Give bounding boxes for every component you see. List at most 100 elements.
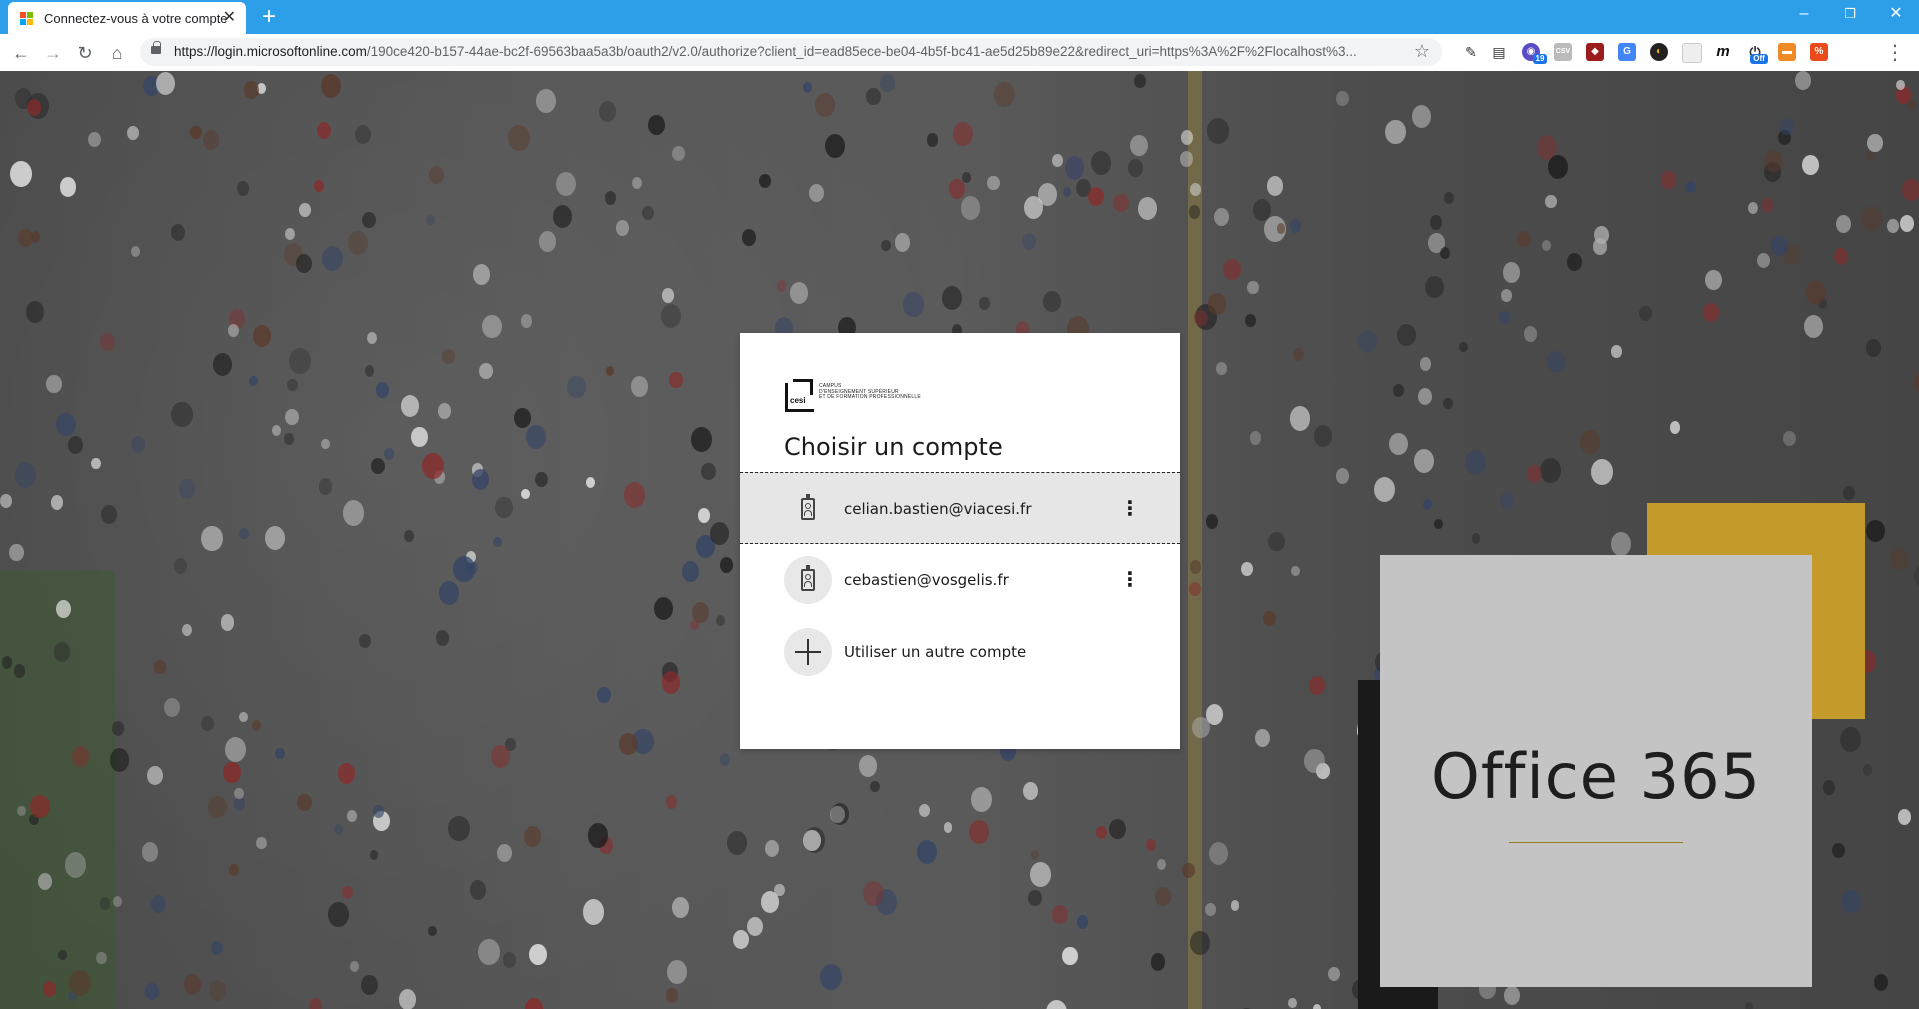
crowd-person (88, 132, 101, 148)
crowd-person (719, 753, 731, 767)
back-icon[interactable]: ← (8, 40, 34, 66)
crowd-person (17, 805, 26, 817)
crowd-person (535, 89, 556, 114)
csv-extension-icon[interactable]: CSV (1554, 43, 1572, 61)
more-options-icon[interactable]: ⋮ (1120, 566, 1140, 594)
crowd-person (1833, 248, 1849, 266)
crowd-person (525, 425, 546, 450)
crowd-person (1179, 151, 1193, 167)
crowd-person (1545, 194, 1557, 209)
crowd-person (1289, 406, 1310, 431)
crowd-person (1029, 862, 1051, 888)
address-bar[interactable]: https://login.microsoftonline.com/190ce4… (140, 38, 1442, 66)
more-options-icon[interactable]: ⋮ (1120, 495, 1140, 523)
crowd-person (1500, 289, 1512, 303)
account-email: cebastien@vosgelis.fr (844, 571, 1009, 589)
crowd-person (1771, 236, 1788, 257)
crowd-person (1145, 839, 1156, 851)
browser-menu-icon[interactable]: ⋮ (1885, 40, 1905, 65)
crowd-person (482, 314, 503, 339)
crowd-person (227, 324, 239, 338)
crowd-person (1580, 429, 1601, 454)
crowd-person (691, 602, 710, 624)
account-tile-2[interactable]: cebastien@vosgelis.fr ⋮ (740, 544, 1180, 616)
crowd-person (1795, 71, 1811, 90)
blank-extension-icon[interactable] (1682, 43, 1702, 63)
minimize-button[interactable]: – (1781, 0, 1827, 30)
crowd-person (1062, 946, 1078, 966)
crowd-person (173, 558, 187, 575)
crowd-person (320, 73, 342, 99)
crowd-person (1802, 154, 1820, 176)
office365-title: Office 365 (1431, 740, 1761, 813)
crowd-person (384, 447, 395, 460)
clipboard-extension-icon[interactable]: ▤ (1490, 43, 1508, 61)
crowd-person (347, 810, 357, 822)
bookmark-star-icon[interactable]: ☆ (1414, 41, 1430, 62)
m-extension-icon[interactable]: m (1714, 43, 1732, 61)
crowd-person (1440, 246, 1451, 259)
forward-icon[interactable]: → (40, 40, 66, 66)
crowd-person (150, 895, 166, 914)
crowd-person (1291, 565, 1301, 577)
crowd-person (237, 181, 250, 196)
crowd-person (1188, 204, 1201, 219)
ublock-extension-icon[interactable]: ◆ (1586, 43, 1604, 61)
translate-extension-icon[interactable]: G (1618, 43, 1636, 61)
crowd-person (661, 671, 681, 694)
crowd-person (1523, 326, 1538, 343)
crowd-person (234, 787, 244, 799)
crowd-person (1899, 214, 1915, 233)
percent-extension-icon[interactable]: % (1810, 43, 1828, 61)
crowd-person (376, 382, 390, 398)
window-close-button[interactable]: ✕ (1873, 0, 1919, 30)
microsoft-logo-icon (20, 12, 34, 26)
crowd-person (1095, 825, 1107, 839)
use-another-account-tile[interactable]: Utiliser un autre compte (740, 616, 1180, 688)
crowd-person (13, 664, 26, 678)
restore-button[interactable]: ❐ (1827, 0, 1873, 30)
crowd-person (1385, 119, 1406, 144)
url-text[interactable]: https://login.microsoftonline.com/190ce4… (174, 44, 1404, 59)
crowd-person (1744, 1001, 1754, 1009)
crowd-person (1611, 532, 1632, 556)
crowd-person (870, 781, 880, 793)
browser-toolbar: ← → ↻ ⌂ https://login.microsoftonline.co… (0, 34, 1919, 72)
office365-divider (1509, 842, 1683, 843)
crowd-person (201, 715, 214, 731)
crowd-person (126, 125, 139, 141)
crowd-person (1594, 226, 1610, 245)
tab-close-icon[interactable]: ✕ (223, 9, 236, 27)
crowd-person (275, 747, 285, 760)
crowd-person (71, 746, 90, 767)
crowd-person (1443, 192, 1454, 205)
crowd-person (1289, 219, 1301, 233)
orange-extension-icon[interactable]: ▬ (1778, 43, 1796, 61)
crowd-person (1841, 890, 1861, 914)
home-icon[interactable]: ⌂ (104, 40, 130, 66)
new-tab-button[interactable]: + (262, 3, 276, 31)
eyedropper-extension-icon[interactable]: ✎ (1462, 43, 1480, 61)
crowd-person (1287, 997, 1297, 1009)
crowd-person (244, 81, 259, 99)
crowd-person (25, 301, 44, 323)
crowd-person (1052, 154, 1064, 168)
crowd-person (709, 522, 730, 546)
logo-text: CAMPUS D'ENSEIGNEMENT SUPÉRIEUR ET DE FO… (819, 383, 921, 400)
account-tile-1[interactable]: celian.bastien@viacesi.fr ⋮ (740, 472, 1180, 544)
crowd-person (438, 581, 459, 605)
crowd-person (1705, 269, 1722, 290)
account-avatar (784, 556, 832, 604)
crowd-person (582, 899, 604, 925)
crowd-person (681, 560, 700, 582)
crowd-person (642, 205, 654, 220)
crowd-person (1190, 931, 1210, 955)
lock-icon (151, 41, 161, 54)
use-another-account-label: Utiliser un autre compte (844, 643, 1027, 661)
reload-icon[interactable]: ↻ (72, 40, 98, 66)
browser-tab[interactable]: Connectez-vous à votre compte ✕ (8, 2, 246, 34)
round-extension-icon[interactable]: ◐ (1650, 43, 1668, 61)
crowd-person (661, 303, 682, 329)
crowd-person (1113, 193, 1129, 213)
crowd-person (1138, 197, 1158, 220)
